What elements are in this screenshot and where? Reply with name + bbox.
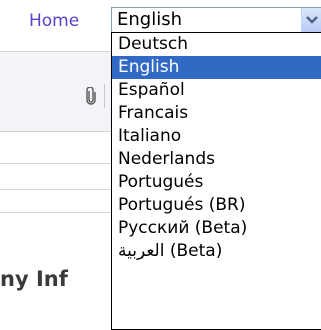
option-deutsch[interactable]: Deutsch: [112, 33, 321, 56]
option-portugues[interactable]: Portugués: [112, 171, 321, 194]
language-select-value: English: [117, 9, 182, 30]
option-italiano[interactable]: Italiano: [112, 125, 321, 148]
option-english[interactable]: English: [112, 56, 321, 79]
chevron-down-icon: [306, 16, 318, 24]
divider: [0, 212, 111, 213]
option-russian[interactable]: Русский (Beta): [112, 217, 321, 240]
paperclip-icon[interactable]: [86, 86, 96, 109]
option-portugues-br[interactable]: Portugués (BR): [112, 194, 321, 217]
option-nederlands[interactable]: Nederlands: [112, 148, 321, 171]
divider: [0, 163, 111, 164]
language-select[interactable]: English: [111, 7, 321, 33]
option-francais[interactable]: Francais: [112, 102, 321, 125]
dropdown-button[interactable]: [301, 8, 321, 32]
divider: [0, 189, 111, 190]
home-link[interactable]: Home: [29, 8, 79, 34]
section-heading: ny Inf: [0, 267, 68, 291]
language-options-list[interactable]: Deutsch English Español Francais Italian…: [111, 32, 321, 330]
toolbar-separator: [104, 84, 105, 108]
option-arabic[interactable]: العربية (Beta): [112, 240, 321, 263]
divider: [0, 131, 111, 132]
option-espanol[interactable]: Español: [112, 79, 321, 102]
divider: [0, 51, 111, 52]
